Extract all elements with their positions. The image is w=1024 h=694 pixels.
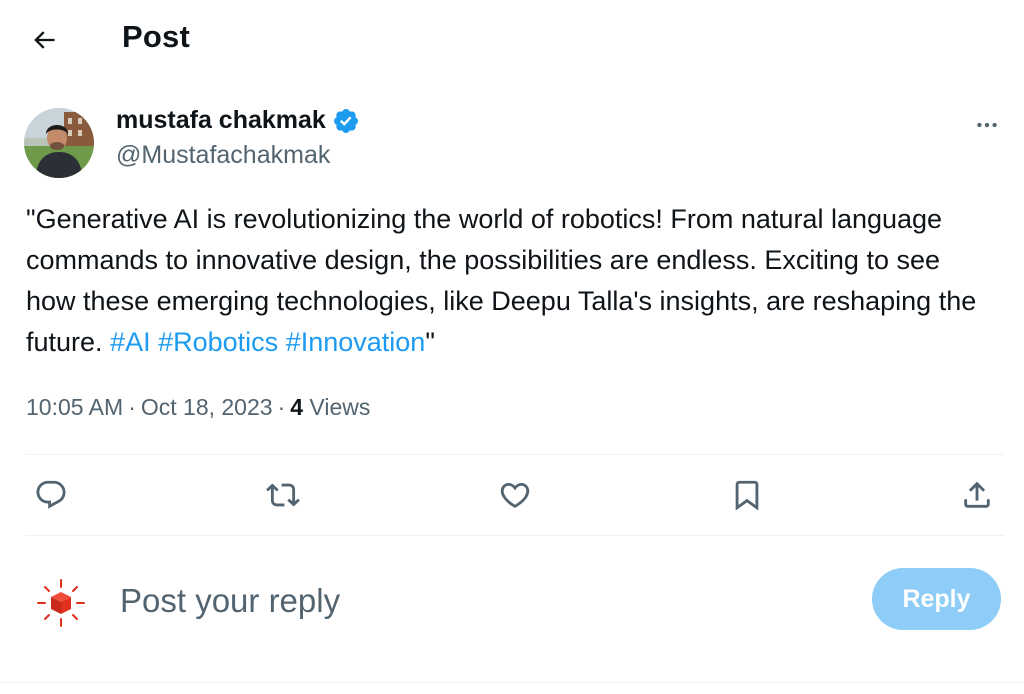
reply-button[interactable] [31, 475, 71, 515]
divider [0, 682, 1024, 683]
red-cube-logo-icon [37, 579, 85, 627]
verified-badge-icon [332, 107, 360, 135]
header: Post [0, 0, 1024, 78]
post-text: "Generative AI is revolutionizing the wo… [26, 199, 996, 363]
author-handle[interactable]: @Mustafachakmak [116, 141, 330, 170]
hashtag-ai[interactable]: #AI [110, 327, 151, 357]
reply-icon [36, 480, 66, 509]
author-name: mustafa chakmak [116, 106, 326, 134]
meta-separator: · [277, 394, 286, 420]
bookmark-button[interactable] [727, 475, 767, 515]
share-icon [964, 481, 990, 508]
share-button[interactable] [957, 475, 997, 515]
views-count: 4 [290, 394, 304, 420]
like-button[interactable] [495, 475, 535, 515]
author-name-link[interactable]: mustafa chakmak [116, 106, 360, 135]
bookmark-icon [735, 480, 759, 511]
arrow-left-icon [34, 31, 55, 49]
page-title: Post [122, 19, 190, 54]
post-author: mustafa chakmak @Mustafachakmak [24, 104, 1004, 178]
reply-submit-button[interactable]: Reply [872, 568, 1001, 630]
more-options-button[interactable] [970, 108, 1004, 142]
action-bar [0, 455, 1024, 535]
more-horizontal-icon [977, 122, 997, 128]
hashtag-innovation[interactable]: #Innovation [286, 327, 426, 357]
avatar-photo [24, 108, 94, 178]
reply-composer: Reply [0, 536, 1024, 676]
post-meta: 10:05 AM · Oct 18, 2023 · 4 Views [26, 394, 370, 421]
post-body-end: " [425, 327, 435, 357]
avatar[interactable] [24, 108, 94, 178]
repost-button[interactable] [263, 475, 303, 515]
reply-avatar [36, 578, 86, 628]
back-button[interactable] [24, 20, 64, 60]
views-label: Views [309, 394, 371, 420]
reply-input[interactable] [120, 576, 820, 626]
post-date[interactable]: Oct 18, 2023 [141, 394, 273, 420]
heart-icon [500, 482, 530, 508]
hashtag-robotics[interactable]: #Robotics [158, 327, 278, 357]
repost-icon [266, 483, 300, 507]
meta-separator: · [128, 394, 136, 420]
post-time[interactable]: 10:05 AM [26, 394, 123, 420]
